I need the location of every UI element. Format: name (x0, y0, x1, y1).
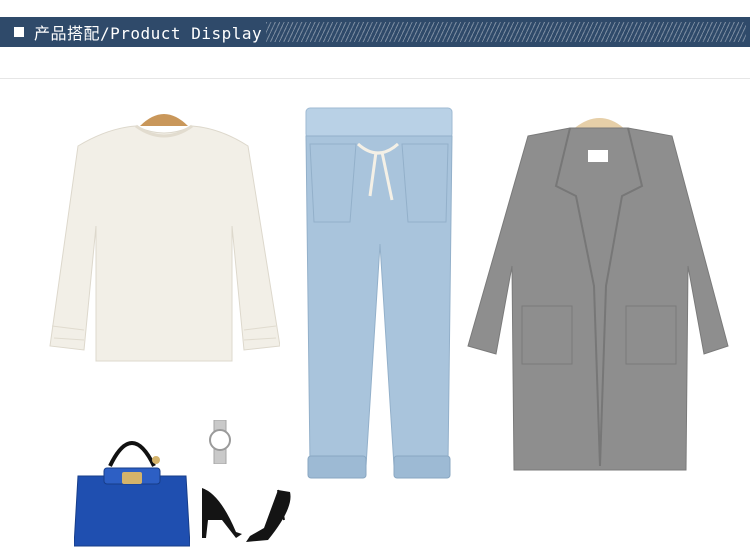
header-hatch-pattern (266, 22, 746, 42)
jeans-image (298, 104, 460, 486)
section-title: 产品搭配/Product Display (34, 24, 263, 43)
handbag-image (74, 426, 190, 548)
section-header-bar: 产品搭配/Product Display (0, 17, 750, 47)
watch-image (206, 420, 234, 464)
coat-image (466, 106, 732, 476)
divider (0, 78, 750, 79)
hanger-icon (140, 114, 188, 126)
sweater-image (48, 106, 280, 366)
heels-image (198, 480, 298, 546)
square-bullet-icon (14, 27, 24, 37)
